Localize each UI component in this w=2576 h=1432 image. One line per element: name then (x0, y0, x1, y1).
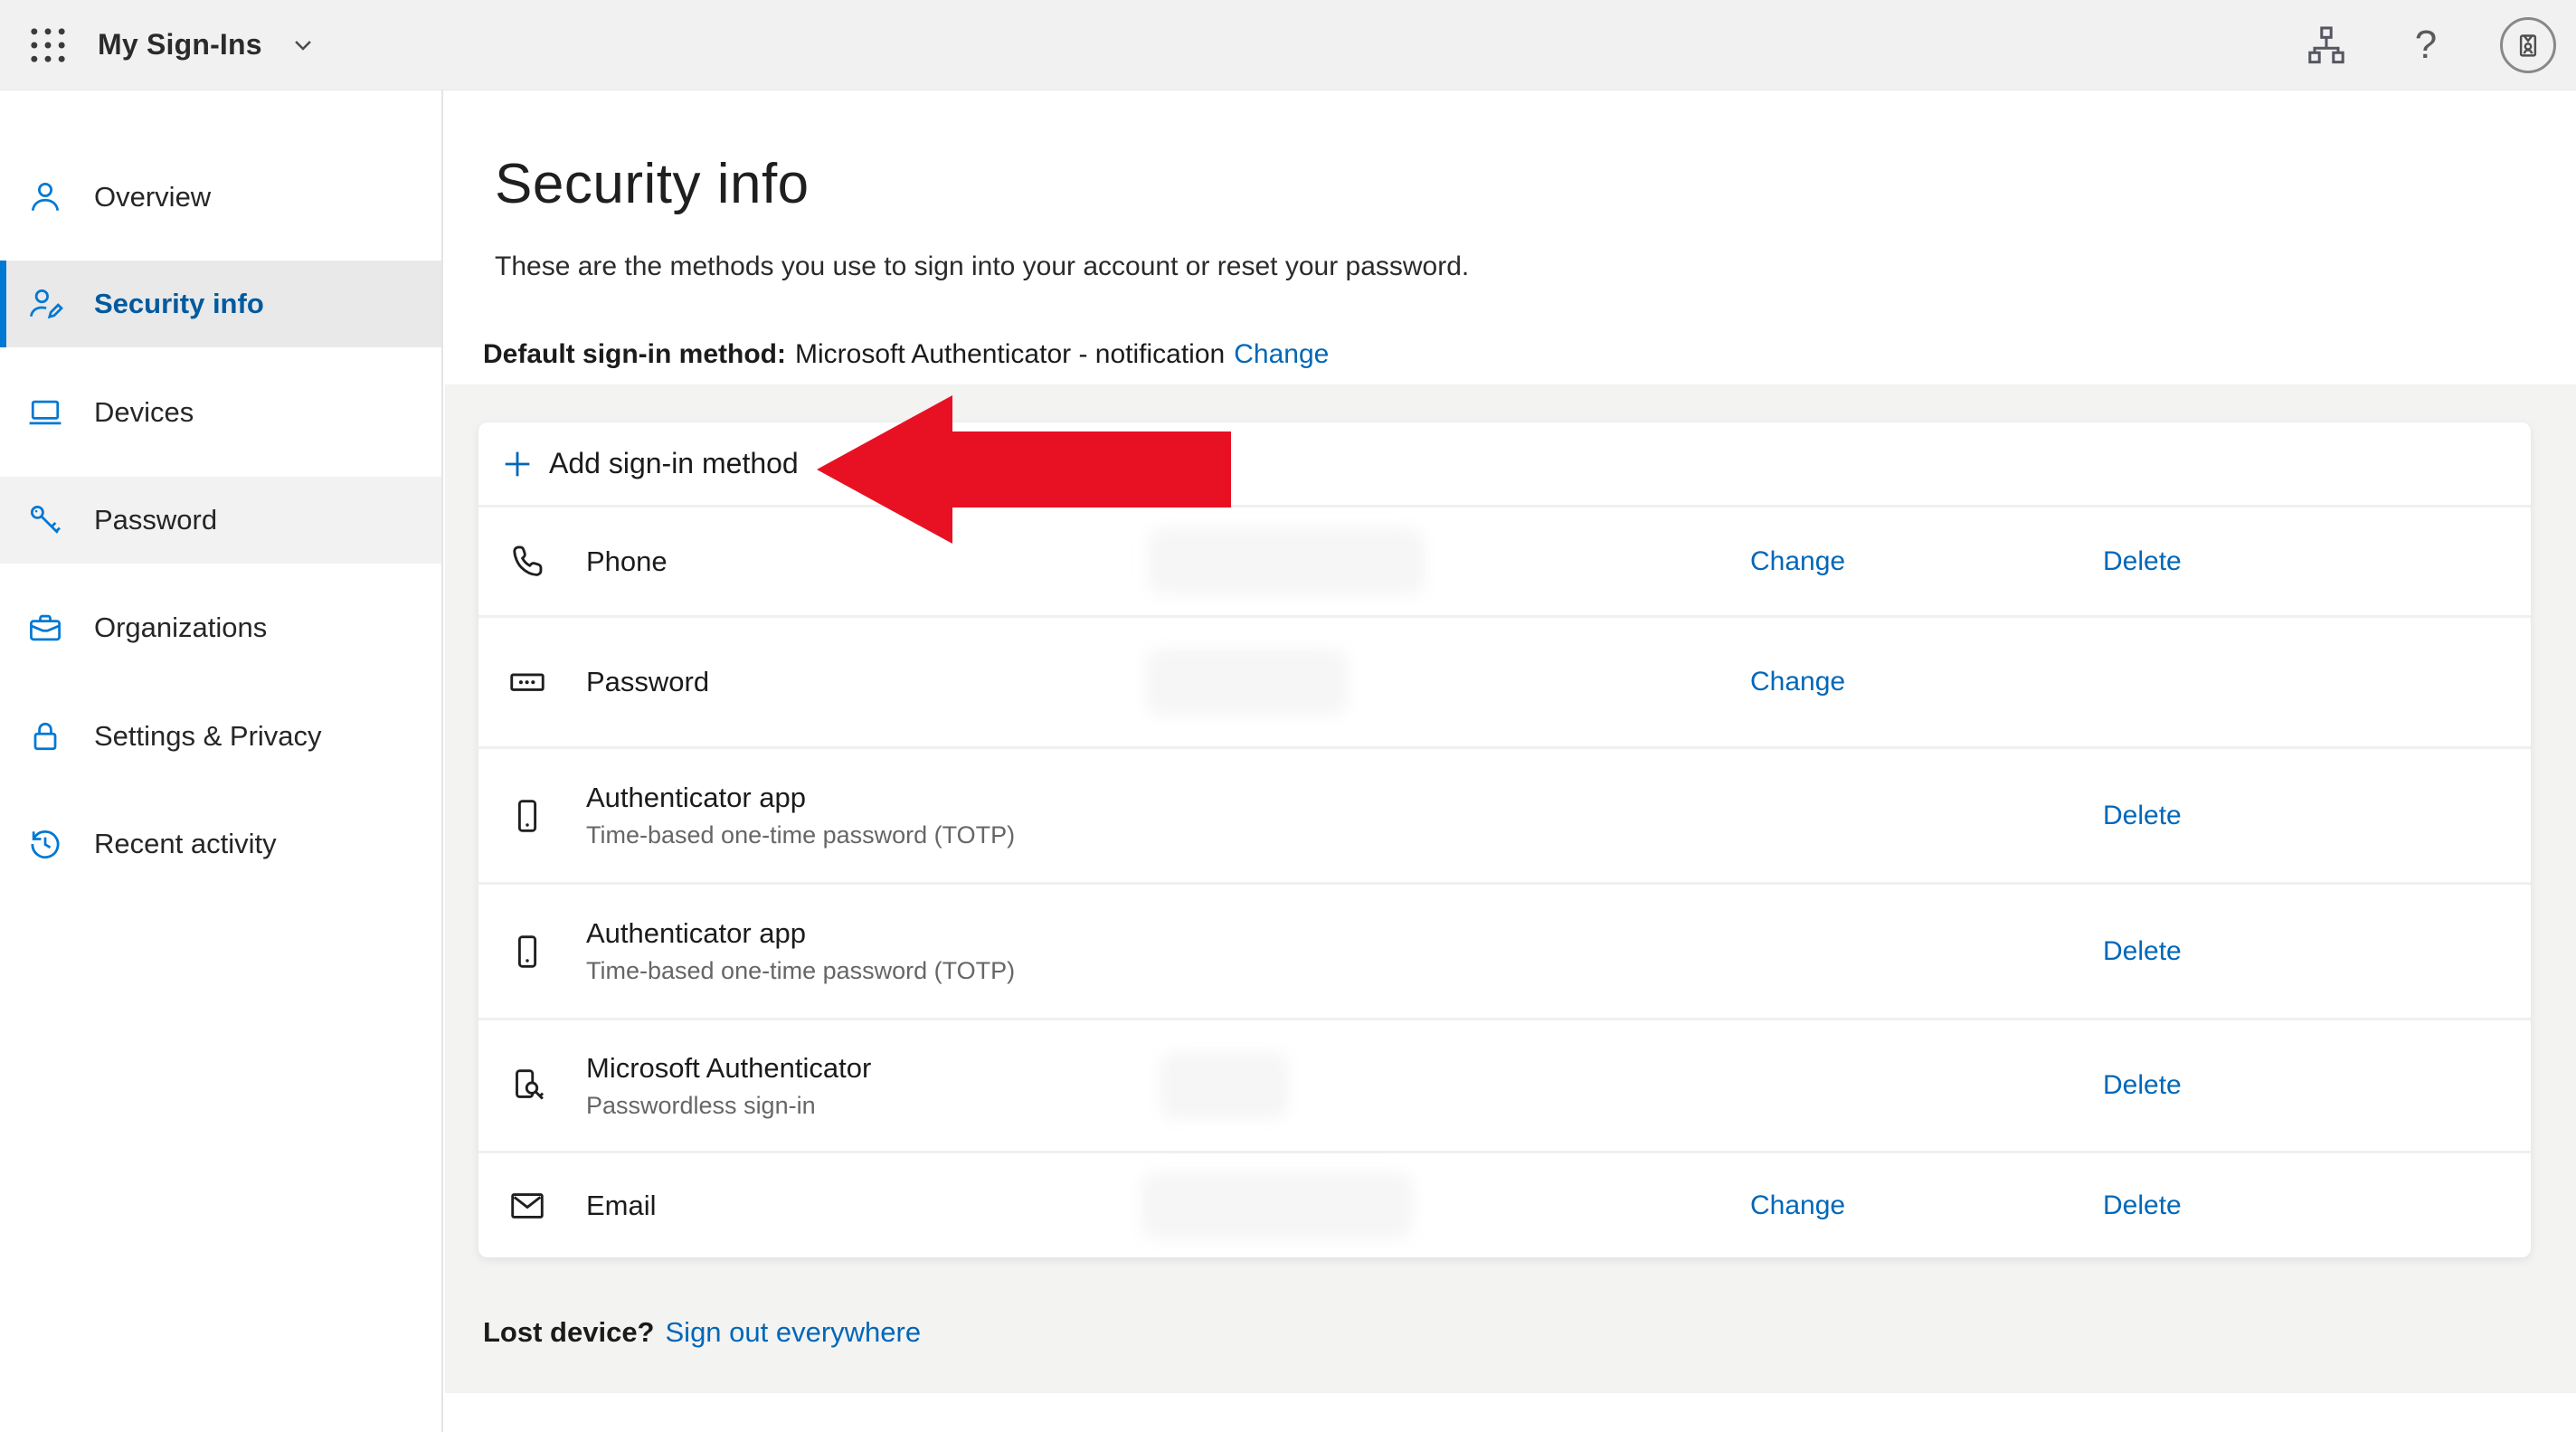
redacted-value (1141, 1171, 1413, 1239)
sidebar-item-password[interactable]: Password (0, 477, 441, 564)
org-chart-icon (2308, 26, 2344, 64)
method-title: Email (586, 1189, 657, 1221)
history-clock-icon (31, 830, 60, 858)
method-row-microsoft-authenticator: Microsoft Authenticator Passwordless sig… (478, 1018, 2531, 1151)
lock-icon (33, 722, 57, 751)
key-icon (30, 505, 61, 534)
default-method-change-link[interactable]: Change (1234, 339, 1329, 370)
sidebar-item-label: Devices (94, 396, 194, 428)
method-title: Phone (586, 545, 668, 577)
help-button[interactable]: ? (2401, 20, 2451, 71)
method-title: Password (586, 666, 710, 697)
org-switcher-button[interactable] (2301, 20, 2352, 71)
method-row-email: Email Change Delete (478, 1151, 2531, 1257)
page-description: These are the methods you use to sign in… (495, 251, 1470, 281)
lost-device-label: Lost device? (483, 1316, 655, 1348)
method-subtitle: Time-based one-time password (TOTP) (586, 957, 1016, 984)
my-signins-page: My Sign-Ins ? Overview Security info Dev… (0, 0, 2576, 1432)
method-title: Microsoft Authenticator (586, 1051, 872, 1084)
page-title: Security info (495, 153, 810, 215)
person-icon (31, 182, 60, 211)
method-subtitle: Passwordless sign-in (586, 1091, 816, 1119)
method-row-phone: Phone Change Delete (478, 505, 2531, 615)
sidebar-item-overview[interactable]: Overview (0, 154, 441, 241)
email-delete-link[interactable]: Delete (2103, 1190, 2182, 1221)
top-header-bar: My Sign-Ins ? (0, 0, 2576, 90)
help-icon: ? (2414, 23, 2438, 67)
person-edit-icon (30, 289, 63, 319)
laptop-icon (29, 400, 62, 425)
sidebar-item-label: Recent activity (94, 828, 277, 859)
method-title: Authenticator app (586, 782, 807, 813)
smartphone-icon (517, 799, 537, 832)
briefcase-icon (30, 614, 61, 641)
default-signin-method-line: Default sign-in method: Microsoft Authen… (483, 339, 1329, 370)
waffle-icon (31, 27, 65, 62)
method-subtitle: Time-based one-time password (TOTP) (586, 821, 1016, 849)
redacted-value (1146, 649, 1348, 716)
password-change-link[interactable]: Change (1750, 667, 1845, 697)
sidebar-item-organizations[interactable]: Organizations (0, 584, 441, 671)
phone-delete-link[interactable]: Delete (2103, 546, 2182, 577)
smartphone-icon (517, 934, 537, 968)
sidebar-item-label: Security info (94, 288, 264, 319)
phone-handset-icon (513, 545, 543, 576)
ms-authenticator-delete-link[interactable]: Delete (2103, 1070, 2182, 1101)
account-avatar-button[interactable] (2500, 17, 2556, 73)
phone-change-link[interactable]: Change (1750, 546, 1845, 577)
sidebar-item-label: Password (94, 504, 218, 536)
sign-out-everywhere-link[interactable]: Sign out everywhere (666, 1316, 922, 1349)
password-box-icon (510, 673, 545, 691)
method-title: Authenticator app (586, 917, 807, 949)
authenticator1-delete-link[interactable]: Delete (2103, 801, 2182, 831)
sidebar-nav: Overview Security info Devices Password (0, 90, 443, 1432)
app-launcher-button[interactable] (22, 19, 74, 71)
sidebar-item-recent-activity[interactable]: Recent activity (0, 801, 441, 887)
default-method-value: Microsoft Authenticator - notification (794, 339, 1226, 369)
active-indicator (0, 261, 6, 347)
add-sign-in-method-label: Add sign-in method (549, 447, 799, 479)
chevron-down-icon[interactable] (286, 28, 320, 62)
redacted-value (1160, 1052, 1289, 1119)
sidebar-item-label: Overview (94, 181, 212, 213)
phone-key-icon (516, 1069, 545, 1100)
id-badge-icon (2519, 34, 2537, 57)
sidebar-item-devices[interactable]: Devices (0, 369, 441, 456)
sidebar-item-label: Settings & Privacy (94, 720, 322, 752)
add-sign-in-method-button[interactable]: Add sign-in method (478, 422, 2531, 505)
sidebar-item-security-info[interactable]: Security info (0, 261, 441, 347)
method-row-password: Password Change (478, 615, 2531, 746)
app-title: My Sign-Ins (98, 28, 262, 61)
sidebar-item-label: Organizations (94, 612, 268, 643)
sidebar-item-settings-privacy[interactable]: Settings & Privacy (0, 693, 441, 780)
redacted-value (1149, 527, 1425, 595)
default-method-label: Default sign-in method: (483, 339, 786, 369)
lost-device-line: Lost device? Sign out everywhere (483, 1316, 921, 1349)
envelope-icon (511, 1192, 544, 1219)
authenticator2-delete-link[interactable]: Delete (2103, 936, 2182, 967)
signin-methods-card: Add sign-in method Phone Change Delete P… (478, 422, 2531, 1257)
plus-icon (505, 451, 530, 476)
email-change-link[interactable]: Change (1750, 1190, 1845, 1221)
method-row-authenticator-app-1: Authenticator app Time-based one-time pa… (478, 746, 2531, 882)
method-row-authenticator-app-2: Authenticator app Time-based one-time pa… (478, 882, 2531, 1018)
